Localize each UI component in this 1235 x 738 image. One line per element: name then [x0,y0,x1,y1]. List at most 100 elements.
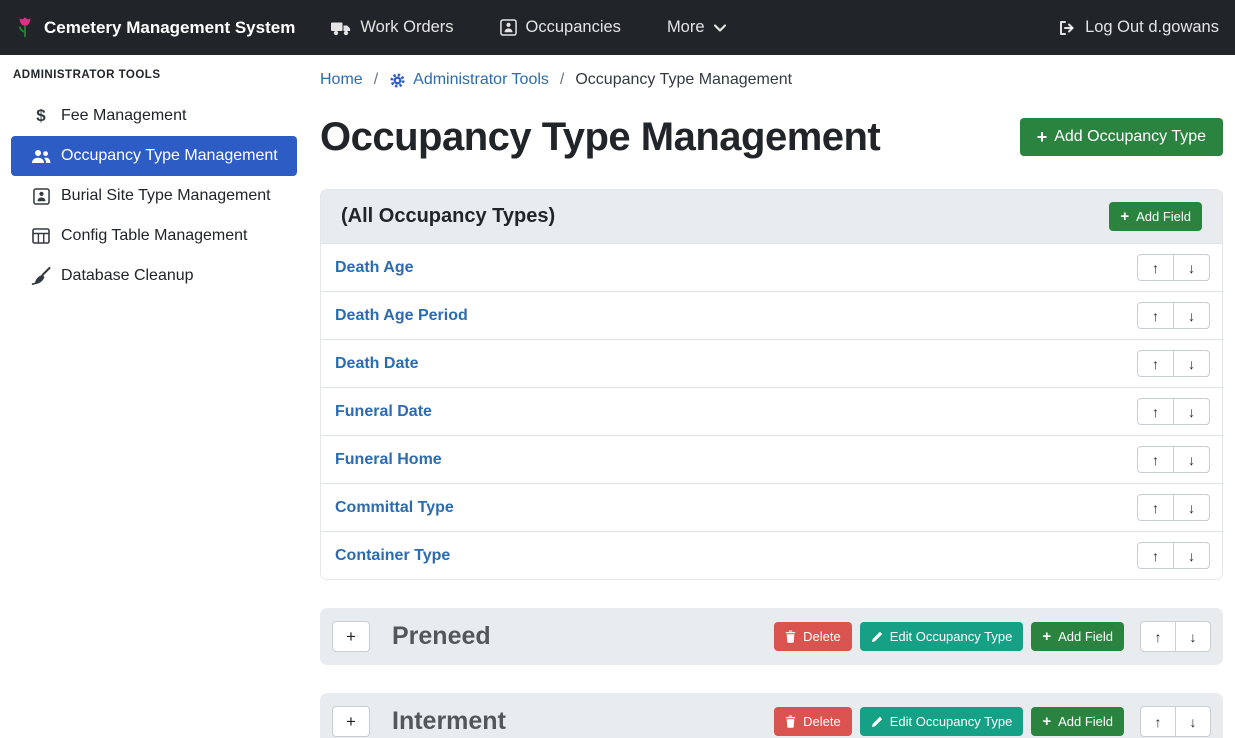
arrow-up-icon: ↑ [1152,548,1159,564]
field-link-committal-type[interactable]: Committal Type [335,499,454,517]
arrow-up-icon: ↑ [1152,260,1159,276]
field-row: Container Type ↑ ↓ [321,531,1222,579]
users-icon [29,149,53,164]
logout-icon [1058,20,1076,36]
breadcrumb-admin-tools-label: Administrator Tools [413,71,549,89]
field-link-funeral-date[interactable]: Funeral Date [335,403,432,421]
delete-label: Delete [803,629,841,644]
plus-icon: + [1037,128,1048,146]
add-field-label: Add Field [1058,714,1113,729]
arrow-up-icon: ↑ [1152,308,1159,324]
field-link-death-age[interactable]: Death Age [335,259,414,277]
expand-button[interactable]: + [332,706,370,737]
breadcrumb-current: Occupancy Type Management [575,71,792,89]
edit-occupancy-type-label: Edit Occupancy Type [890,714,1013,729]
pencil-icon [871,631,883,643]
reorder-buttons: ↑ ↓ [1137,494,1210,521]
plus-icon: + [1042,714,1051,729]
arrow-down-icon: ↓ [1188,452,1195,468]
field-link-container-type[interactable]: Container Type [335,547,450,565]
chevron-down-icon [714,24,726,32]
arrow-down-icon: ↓ [1188,308,1195,324]
sidebar-item-label: Occupancy Type Management [61,147,278,165]
plus-icon: + [1120,209,1129,224]
move-down-button[interactable]: ↓ [1175,706,1211,737]
move-down-button[interactable]: ↓ [1173,254,1210,281]
sidebar-item-database-cleanup[interactable]: Database Cleanup [11,256,297,296]
reorder-buttons: ↑ ↓ [1137,542,1210,569]
broom-icon [29,267,53,285]
move-up-button[interactable]: ↑ [1137,542,1174,569]
add-field-label: Add Field [1058,629,1113,644]
add-field-button[interactable]: + Add Field [1031,622,1124,651]
move-up-button[interactable]: ↑ [1137,350,1174,377]
move-up-button[interactable]: ↑ [1140,621,1176,652]
move-up-button[interactable]: ↑ [1140,706,1176,737]
nav-occupancies-label: Occupancies [526,18,621,37]
nav-work-orders[interactable]: Work Orders [331,18,453,37]
field-link-death-date[interactable]: Death Date [335,355,419,373]
field-link-death-age-period[interactable]: Death Age Period [335,307,468,325]
move-down-button[interactable]: ↓ [1173,302,1210,329]
trash-icon [785,630,796,643]
sidebar-item-label: Burial Site Type Management [61,187,271,205]
move-down-button[interactable]: ↓ [1173,350,1210,377]
move-down-button[interactable]: ↓ [1175,621,1211,652]
sidebar-item-config-table-management[interactable]: Config Table Management [11,216,297,256]
move-up-button[interactable]: ↑ [1137,494,1174,521]
delete-button[interactable]: Delete [774,707,852,736]
edit-occupancy-type-button[interactable]: Edit Occupancy Type [860,622,1024,651]
pencil-icon [871,716,883,728]
move-down-button[interactable]: ↓ [1173,398,1210,425]
add-field-button[interactable]: + Add Field [1031,707,1124,736]
move-up-button[interactable]: ↑ [1137,398,1174,425]
field-link-funeral-home[interactable]: Funeral Home [335,451,442,469]
plus-icon: + [346,627,356,647]
field-row: Death Age ↑ ↓ [321,243,1222,291]
move-up-button[interactable]: ↑ [1137,302,1174,329]
move-down-button[interactable]: ↓ [1173,542,1210,569]
edit-occupancy-type-label: Edit Occupancy Type [890,629,1013,644]
sidebar-item-fee-management[interactable]: $ Fee Management [11,96,297,136]
delete-button[interactable]: Delete [774,622,852,651]
field-row: Funeral Home ↑ ↓ [321,435,1222,483]
move-up-button[interactable]: ↑ [1137,254,1174,281]
table-icon [29,228,53,244]
occupancy-type-section-interment: + Interment Delete [320,693,1223,738]
reorder-buttons: ↑ ↓ [1137,302,1210,329]
navbar-menu: Work Orders Occupancies More [331,18,725,37]
nav-occupancies[interactable]: Occupancies [500,18,621,37]
arrow-up-icon: ↑ [1155,714,1162,730]
sidebar-item-occupancy-type-management[interactable]: Occupancy Type Management [11,136,297,176]
move-down-button[interactable]: ↓ [1173,446,1210,473]
sidebar-item-burial-site-type-management[interactable]: Burial Site Type Management [11,176,297,216]
section-actions: Delete Edit Occupancy Type + Add Field ↑ [774,706,1211,737]
breadcrumb-home-link[interactable]: Home [320,71,363,89]
page-title: Occupancy Type Management [320,113,880,161]
move-up-button[interactable]: ↑ [1137,446,1174,473]
burial-site-icon [29,188,53,205]
delete-label: Delete [803,714,841,729]
occupancies-icon [500,19,517,36]
occupancy-type-section-preneed: + Preneed Delete [320,608,1223,665]
arrow-down-icon: ↓ [1188,356,1195,372]
breadcrumb: Home / Administrator Tools / Occupancy T… [320,71,1223,89]
expand-button[interactable]: + [332,621,370,652]
trash-icon [785,715,796,728]
breadcrumb-admin-tools-link[interactable]: Administrator Tools [389,71,549,89]
add-field-button[interactable]: + Add Field [1109,202,1202,231]
add-field-label: Add Field [1136,209,1191,224]
edit-occupancy-type-button[interactable]: Edit Occupancy Type [860,707,1024,736]
arrow-up-icon: ↑ [1152,500,1159,516]
breadcrumb-separator: / [560,71,564,89]
brand-link[interactable]: Cemetery Management System [16,15,295,41]
logout-button[interactable]: Log Out d.gowans [1058,18,1219,37]
nav-more[interactable]: More [667,18,726,37]
arrow-down-icon: ↓ [1188,500,1195,516]
add-occupancy-type-button[interactable]: + Add Occupancy Type [1020,118,1223,156]
move-down-button[interactable]: ↓ [1173,494,1210,521]
sidebar-item-label: Fee Management [61,107,186,125]
dollar-icon: $ [29,106,53,126]
arrow-up-icon: ↑ [1152,356,1159,372]
section-title: Preneed [392,622,491,651]
